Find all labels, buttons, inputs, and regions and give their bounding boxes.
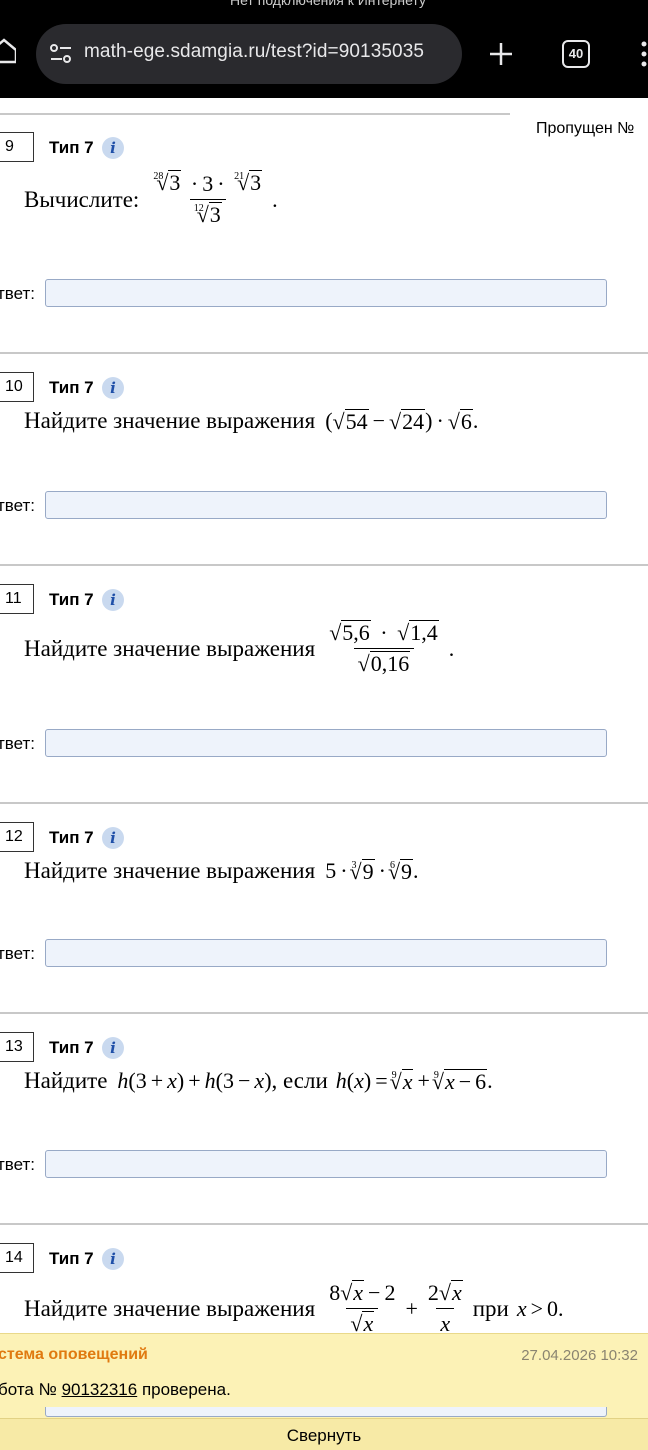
task-type: Тип 7 (49, 828, 94, 847)
math-expression: 28 √ 3 · 3 · 21 √ 3 12 √ 3 (153, 170, 263, 228)
info-icon[interactable]: i (102, 1248, 124, 1270)
task-type: Тип 7 (49, 1038, 94, 1057)
divider (0, 802, 648, 804)
math-expression: √ 5,6 · √ 1,4 √ 0,16 (329, 620, 439, 677)
task-text-mid: , если (271, 1068, 328, 1093)
task-text: Вычислите: (24, 186, 140, 212)
task-number: 14 (0, 1243, 34, 1273)
divider (0, 113, 510, 115)
divider (0, 1012, 648, 1014)
info-icon[interactable]: i (102, 827, 124, 849)
answer-input[interactable] (45, 1407, 607, 1417)
math-expression: 5 · 3 √ 9 · 6 √ 9. (325, 858, 419, 885)
menu-icon[interactable] (640, 40, 648, 68)
task-prompt: Вычислите: 28 √ 3 · 3 · 21 √ 3 12 √ 3 . (24, 170, 278, 228)
task-prompt: Найдите значение выражения 5 · 3 √ 9 · 6 √ 9. (24, 858, 419, 884)
task-text-mid: при (472, 1295, 509, 1321)
answer-input[interactable] (45, 729, 607, 757)
browser-toolbar: math-ege.sdamgia.ru/test?id=90135035 40 (0, 12, 648, 98)
task-text: Найдите значение выражения (24, 635, 316, 661)
notification-link[interactable]: 90132316 (62, 1380, 138, 1399)
info-icon[interactable]: i (102, 1037, 124, 1059)
notification-prefix: бота № (0, 1380, 57, 1399)
home-icon[interactable] (0, 38, 16, 64)
task-number: 11 (0, 584, 34, 614)
divider (0, 352, 648, 354)
new-tab-icon[interactable] (488, 41, 514, 67)
info-icon[interactable]: i (102, 589, 124, 611)
notification-time: 27.04.2026 10:32 (521, 1347, 638, 1364)
math-expression: (√ 54 − √ 24) · √ 6. (325, 408, 479, 435)
math-expression: h (3 + x) + h (3− x) (117, 1068, 272, 1093)
math-expression: h(x) = 9 √ x + 9 √ x −6. (335, 1068, 493, 1095)
task-prompt: Найдите значение выражения √ 5,6 · √ 1,4 √… (24, 620, 455, 677)
task-type: Тип 7 (49, 1249, 94, 1268)
notification-title: стема оповещений (0, 1346, 148, 1363)
math-expression: 2 √ x x (427, 1280, 463, 1337)
task-number: 10 (0, 372, 34, 402)
answer-label: твет: (0, 496, 36, 515)
notification-message: бота № 90132316 проверена. (0, 1380, 231, 1400)
url-text[interactable]: math-ege.sdamgia.ru/test?id=90135035 (84, 41, 424, 63)
task-type: Тип 7 (49, 590, 94, 609)
notification-panel: стема оповещений 27.04.2026 10:32 бота №… (0, 1333, 648, 1450)
task-type: Тип 7 (49, 138, 94, 157)
status-bar: Нет подключения к Интернету (0, 0, 648, 12)
answer-label: твет: (0, 1155, 36, 1174)
address-bar[interactable]: math-ege.sdamgia.ru/test?id=90135035 (36, 24, 462, 84)
divider (0, 564, 648, 566)
task-number: 12 (0, 822, 34, 852)
task-number: 13 (0, 1032, 34, 1062)
notification-suffix: проверена. (141, 1380, 231, 1399)
task-type: Тип 7 (49, 378, 94, 397)
task-prompt: Найдите значение выражения (√ 54 − √ 24) ·… (24, 408, 478, 434)
task-text: Найдите значение выражения (24, 408, 316, 433)
answer-input[interactable] (45, 279, 607, 307)
task-text: Найдите значение выражения (24, 858, 316, 883)
collapse-button[interactable]: Свернуть (0, 1418, 648, 1450)
answer-label: твет: (0, 944, 36, 963)
task-prompt: Найдите h (3 + x) + h (3− x) , если h(x) = 9 √ x +… (24, 1068, 493, 1094)
tabs-count-button[interactable]: 40 (562, 40, 590, 68)
answer-input[interactable] (45, 939, 607, 967)
answer-input[interactable] (45, 491, 607, 519)
info-icon[interactable]: i (102, 377, 124, 399)
task-text: Найдите значение выражения (24, 1295, 316, 1321)
answer-input[interactable] (45, 1150, 607, 1178)
skipped-label: Пропущен № (536, 120, 635, 137)
divider (0, 1223, 648, 1225)
status-text: Нет подключения к Интернету (230, 0, 426, 8)
task-prompt: Найдите значение выражения 8 √ x −2 √ x + 2 √… (24, 1280, 564, 1337)
info-icon[interactable]: i (102, 137, 124, 159)
answer-label: твет: (0, 284, 36, 303)
site-settings-icon[interactable] (50, 43, 72, 65)
answer-label: твет: (0, 734, 36, 753)
task-number: 9 (0, 132, 34, 162)
math-expression: 8 √ x −2 √ x (329, 1280, 396, 1337)
task-text: Найдите (24, 1068, 108, 1093)
